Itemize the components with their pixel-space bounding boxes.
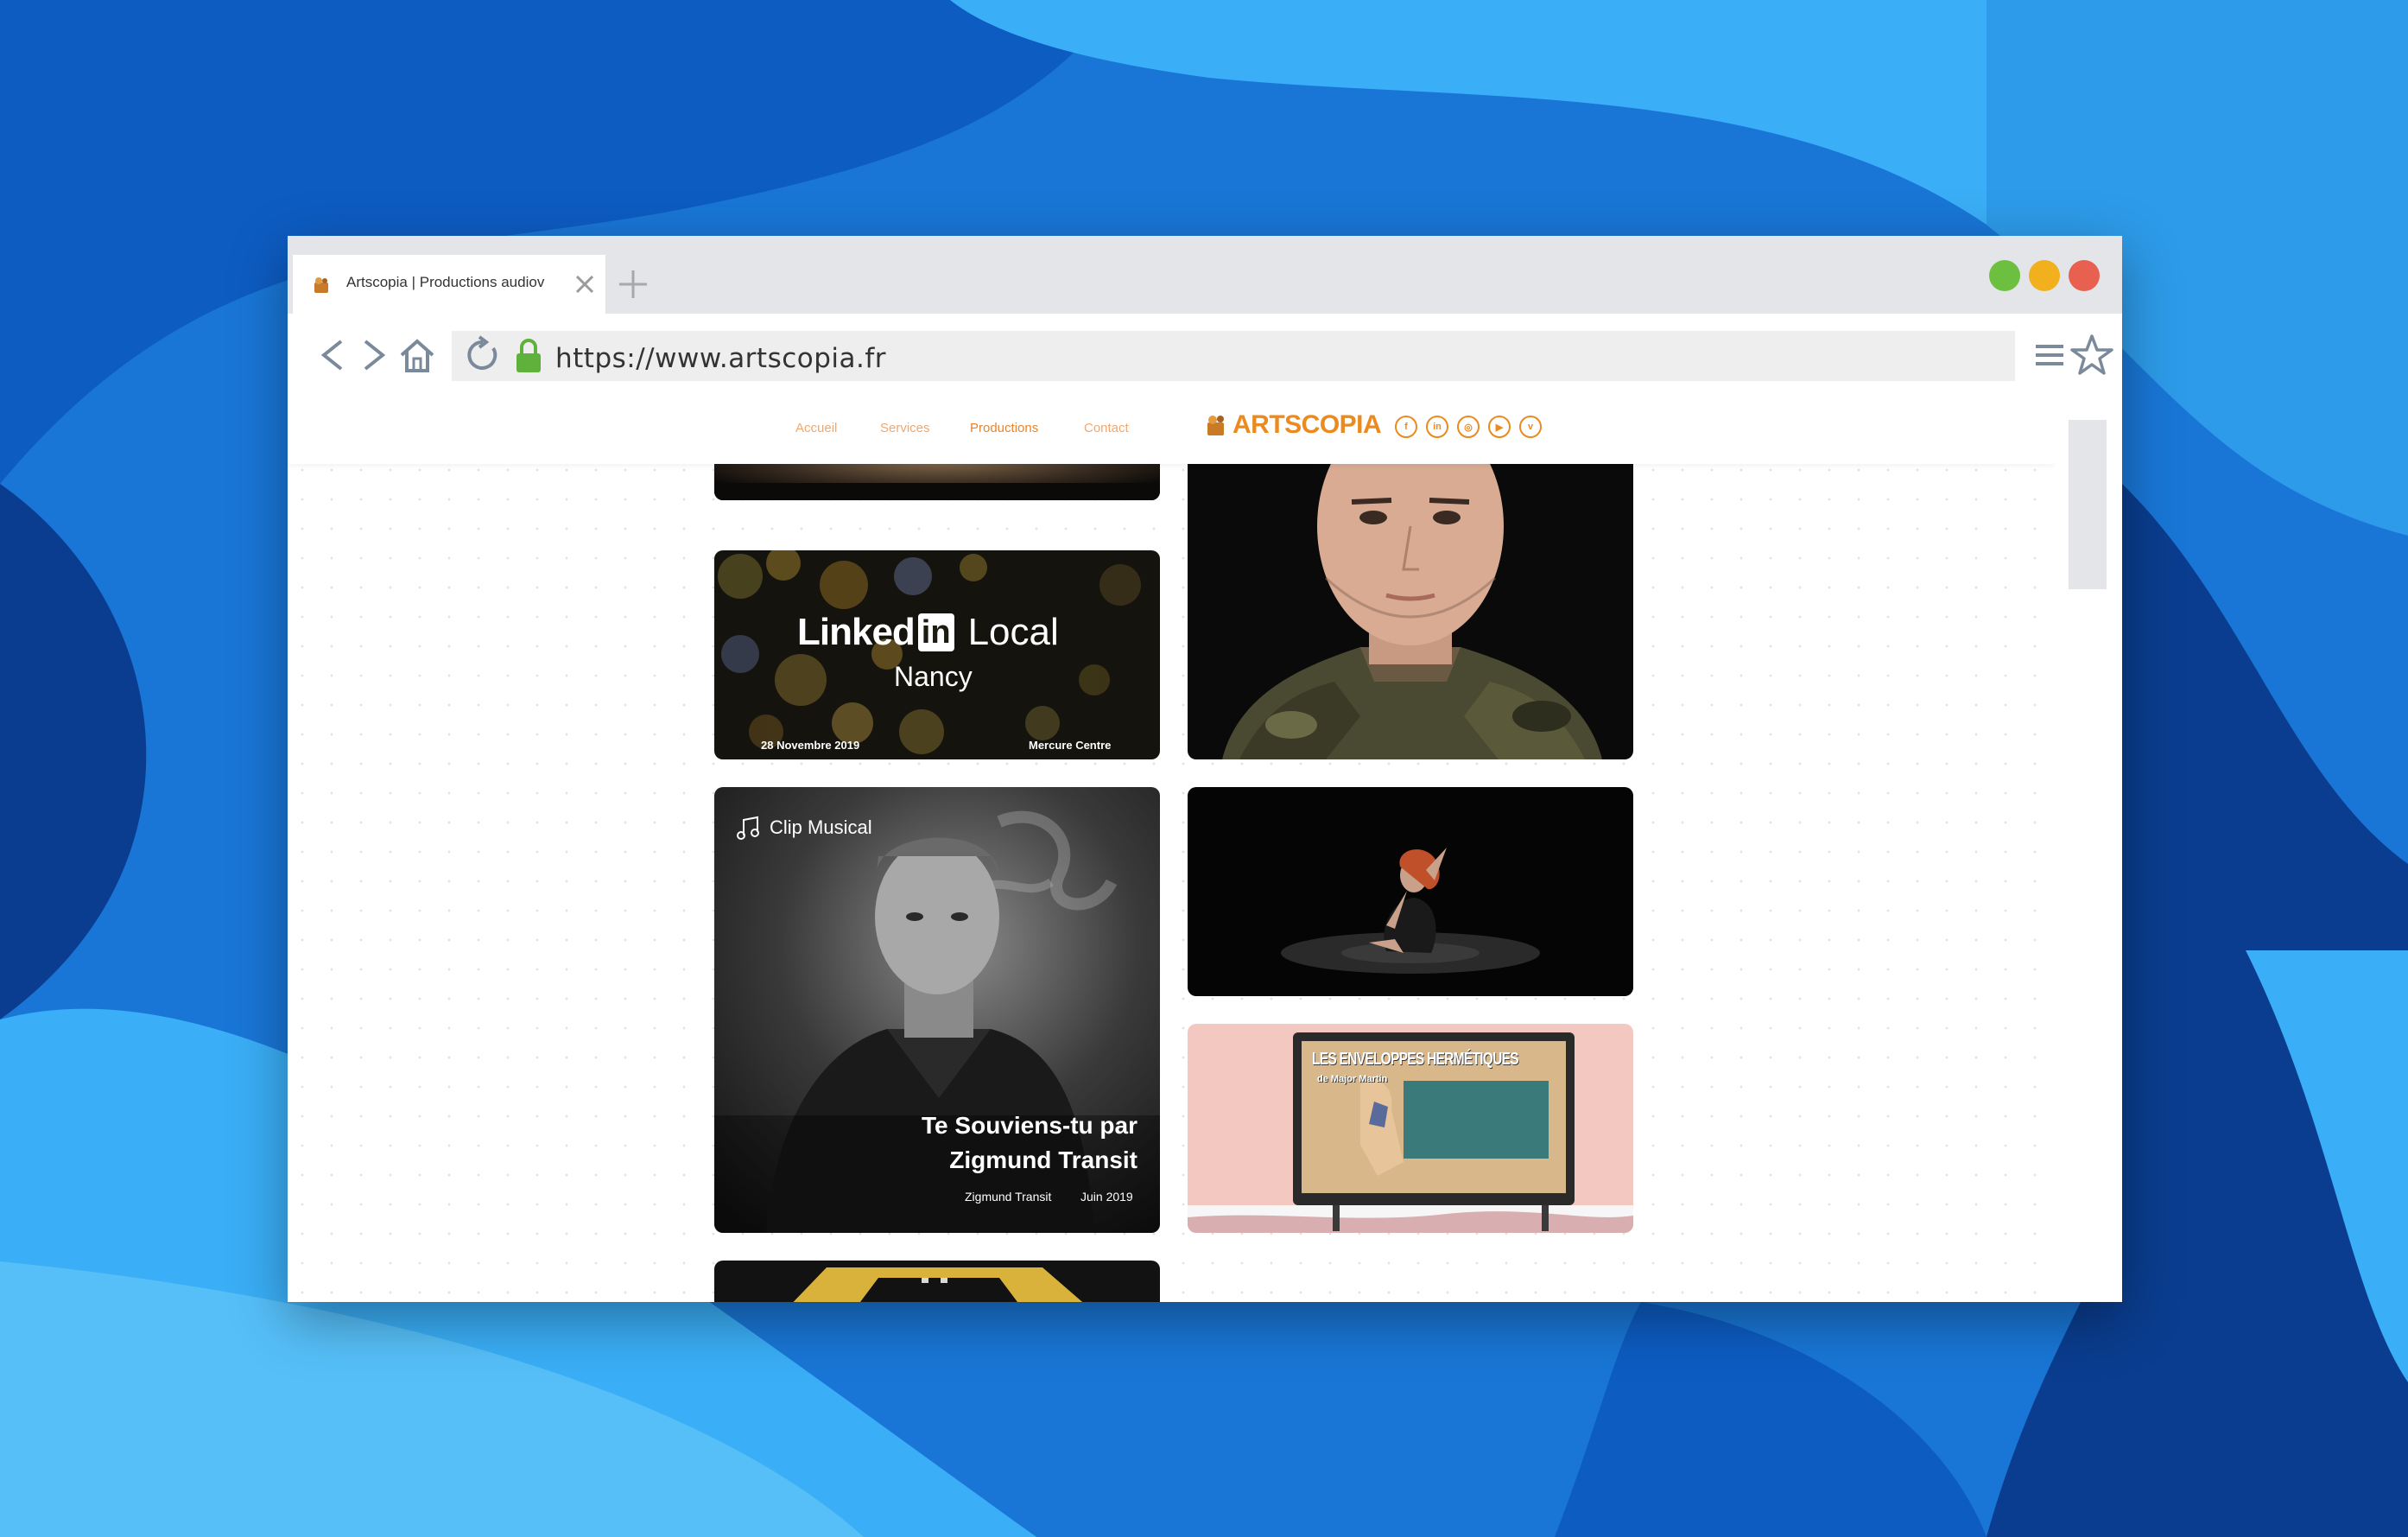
tab-title: Artscopia | Productions audiov (346, 274, 545, 290)
linkedin-icon[interactable]: in (1426, 416, 1448, 438)
music-note-icon (737, 816, 759, 840)
forward-icon[interactable] (355, 334, 393, 376)
youtube-icon[interactable]: ▶ (1488, 416, 1511, 438)
nav-accueil[interactable]: Accueil (795, 421, 837, 435)
address-bar-row: https://www.artscopia.fr (288, 314, 2122, 397)
web-page: Accueil Services Productions Contact ART… (288, 397, 2055, 1302)
tab-bar: Artscopia | Productions audiov (288, 236, 2122, 314)
logo-text: ARTSCOPIA (1233, 410, 1382, 439)
facebook-icon[interactable]: f (1395, 416, 1417, 438)
production-card-partial[interactable] (714, 1261, 1160, 1302)
browser-window: Artscopia | Productions audiov https://w… (288, 236, 2122, 1302)
reload-icon[interactable] (462, 334, 504, 376)
linkedin-city: Nancy (894, 661, 973, 692)
linkedin-local-text: Local (967, 611, 1059, 653)
nav-contact[interactable]: Contact (1084, 421, 1129, 435)
lock-icon (516, 339, 541, 372)
linkedin-date: 28 Novembre 2019 (761, 739, 860, 752)
production-card-billboard[interactable]: LES ENVELOPPES HERMÉTIQUES de Major Mart… (1188, 1024, 1633, 1233)
url-text: https://www.artscopia.fr (555, 343, 887, 374)
instagram-icon[interactable]: ◎ (1457, 416, 1480, 438)
scrollbar-thumb[interactable] (2069, 420, 2107, 589)
linkedin-venue: Mercure Centre (1029, 739, 1112, 752)
clip-date: Juin 2019 (1080, 1190, 1133, 1204)
production-card-portrait[interactable] (1188, 431, 1633, 759)
artscopia-logo-icon (1207, 416, 1224, 435)
dancer-photo (1188, 787, 1633, 996)
site-logo[interactable]: ARTSCOPIA (1205, 410, 1382, 440)
browser-tab[interactable]: Artscopia | Productions audiov (293, 255, 605, 314)
clip-title-line2: Zigmund Transit (949, 1146, 1137, 1173)
back-icon[interactable] (314, 334, 352, 376)
artscopia-favicon-icon (314, 277, 328, 293)
bookmark-star-icon[interactable] (2069, 334, 2115, 376)
soldier-portrait-photo (1188, 431, 1633, 759)
bokeh-photo (714, 550, 1160, 759)
clip-artist: Zigmund Transit (965, 1190, 1052, 1204)
clip-title-line1: Te Souviens-tu par (922, 1112, 1137, 1139)
production-card-dancer[interactable] (1188, 787, 1633, 996)
clip-category: Clip Musical (770, 816, 872, 838)
linkedin-in-badge: in (917, 613, 954, 651)
menu-icon[interactable] (2031, 334, 2069, 376)
close-window-button[interactable] (2069, 260, 2100, 291)
vimeo-icon[interactable]: v (1519, 416, 1542, 438)
linkedin-brand-text: Linked (797, 611, 916, 653)
close-tab-icon[interactable] (571, 270, 599, 298)
partial-photo (714, 1261, 1160, 1302)
nav-services[interactable]: Services (880, 421, 930, 435)
nav-productions[interactable]: Productions (970, 421, 1038, 435)
url-field[interactable]: https://www.artscopia.fr (452, 331, 2015, 381)
home-icon[interactable] (398, 334, 436, 376)
new-tab-icon[interactable] (616, 267, 650, 302)
production-card-clip-musical[interactable]: Clip Musical Te Souviens-tu par Zigmund … (714, 787, 1160, 1233)
billboard-title: LES ENVELOPPES HERMÉTIQUES (1312, 1050, 1519, 1069)
site-header: Accueil Services Productions Contact ART… (288, 397, 2055, 464)
billboard-subtitle: de Major Martin (1317, 1074, 1388, 1084)
maximize-button[interactable] (1989, 260, 2020, 291)
production-card-linkedin-local[interactable]: Linked in Local Nancy 28 Novembre 2019 M… (714, 550, 1160, 759)
minimize-button[interactable] (2029, 260, 2060, 291)
